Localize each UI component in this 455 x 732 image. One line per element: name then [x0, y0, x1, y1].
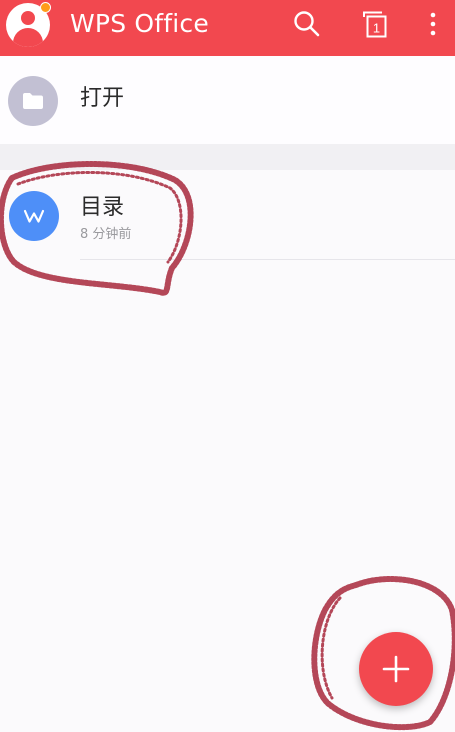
word-doc-icon [9, 191, 59, 241]
tab-count: 1 [373, 21, 380, 36]
recent-document-item[interactable]: 目录 8 分钟前 [0, 170, 455, 260]
open-icon-circle [8, 76, 58, 126]
more-options-button[interactable] [415, 6, 451, 42]
open-label: 打开 [80, 86, 125, 111]
tabs-icon: 1 [363, 11, 387, 38]
document-name: 目录 [80, 195, 125, 220]
tabs-button[interactable]: 1 [357, 6, 393, 42]
app-bar: WPS Office 1 [0, 0, 455, 56]
section-divider [0, 144, 455, 170]
app-title: WPS Office [70, 9, 209, 38]
plus-icon [382, 655, 410, 683]
scribble-circle-fab-inner [320, 596, 342, 700]
w-letter-icon [23, 209, 45, 223]
avatar-shoulders [13, 28, 43, 47]
avatar-head [21, 11, 35, 25]
document-time: 8 分钟前 [80, 227, 132, 242]
search-button[interactable] [289, 6, 325, 42]
more-vert-icon [430, 12, 436, 36]
open-file-row[interactable]: 打开 [0, 56, 455, 144]
new-document-fab[interactable] [359, 632, 433, 706]
folder-icon [23, 93, 43, 109]
row-divider [80, 259, 455, 260]
search-icon [294, 11, 320, 37]
notification-dot [40, 2, 51, 13]
